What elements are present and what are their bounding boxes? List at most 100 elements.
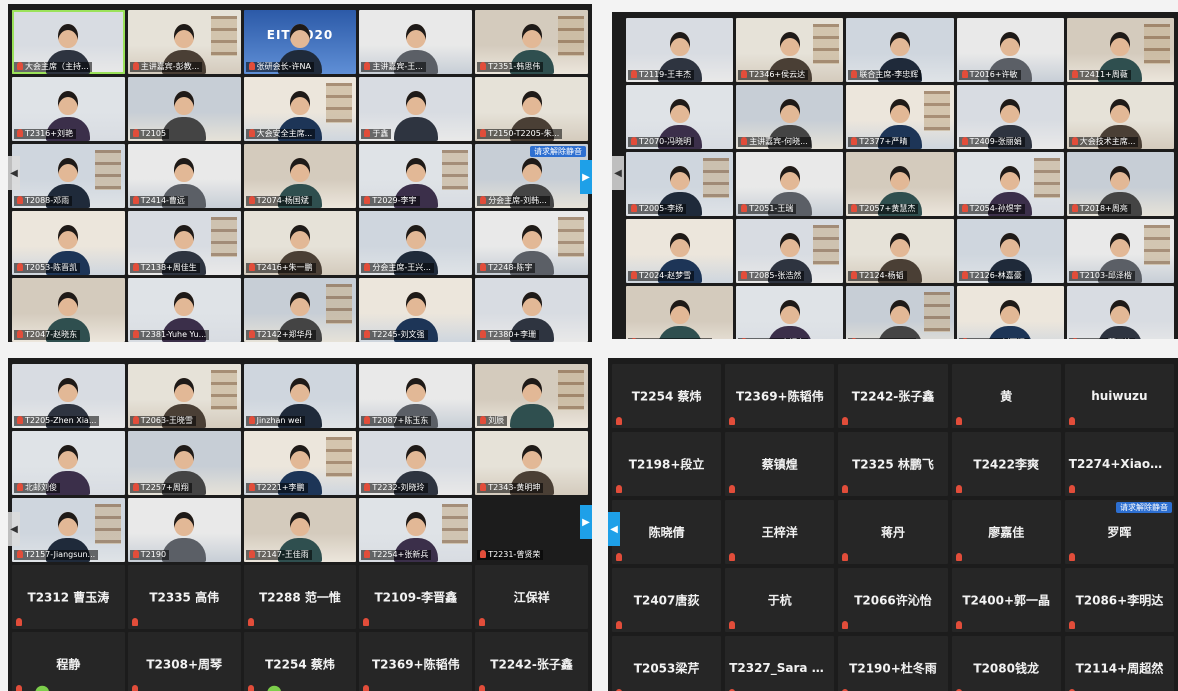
participant-name-tile[interactable]: 蒋丹 [838, 500, 948, 564]
participant-video-tile[interactable]: T2157-Jiangsun... [12, 498, 125, 562]
participant-name-tile[interactable]: T2086+李明达 [1064, 568, 1174, 632]
participant-video-tile[interactable]: 刘辰 [475, 364, 588, 428]
participant-video-tile[interactable]: T2221+李鹏 [243, 431, 357, 495]
participant-name-tile[interactable]: T2198+段立 [612, 432, 722, 496]
participant-name-tile[interactable]: T2066许沁怡 [838, 568, 948, 632]
participant-name-tile[interactable]: T2242-张子鑫 [475, 632, 588, 691]
participant-video-tile[interactable]: 主讲嘉宾-何晓... [736, 85, 844, 149]
participant-video-tile[interactable]: 北邮刘俊 [12, 431, 125, 495]
participant-video-tile[interactable]: T2411+周薇 [1066, 18, 1174, 82]
participant-video-tile[interactable]: T2063-王晓雪 [127, 364, 241, 428]
participant-video-tile[interactable]: T2005-李扬 [626, 152, 734, 216]
participant-name-tile[interactable]: 罗晖 请求解除静音 [1064, 500, 1174, 564]
participant-video-tile[interactable]: T2032-蔡正峰 [1066, 286, 1174, 339]
participant-video-tile[interactable]: T2053-陈晋凯 [12, 211, 125, 275]
participant-video-tile[interactable]: T2245-刘文强 [359, 278, 473, 342]
participant-name-tile[interactable]: T2254 蔡炜 [612, 364, 722, 428]
participant-video-tile[interactable]: 大会安全主席... [243, 77, 357, 141]
participant-video-tile[interactable]: T2254+张新兵 [359, 498, 473, 562]
participant-name-tile[interactable]: T2369+陈韬伟 [725, 364, 835, 428]
participant-name-tile[interactable]: T2308+周琴 [127, 632, 241, 691]
participant-video-tile[interactable]: T2051-王瑞 [736, 152, 844, 216]
participant-video-tile[interactable]: T2377+严晴 [846, 85, 954, 149]
participant-video-tile[interactable]: T2232-刘晓玲 [359, 431, 473, 495]
participant-name-tile[interactable]: T2080钱龙 [951, 636, 1061, 691]
participant-video-tile[interactable]: T2150-T2205-朱... [475, 77, 588, 141]
participant-video-tile[interactable]: T2047-赵晓东 [12, 278, 125, 342]
participant-video-tile[interactable]: T2316+刘艳 [12, 77, 125, 141]
chevron-left-icon[interactable]: ◀ [612, 156, 624, 190]
participant-name-tile[interactable]: T2114+周超然 [1064, 636, 1174, 691]
participant-name-tile[interactable]: T2327_Sara Che... [725, 636, 835, 691]
participant-name-tile[interactable]: T2109-李晋鑫 [359, 565, 473, 629]
participant-video-tile[interactable]: 主讲嘉宾-王... [359, 10, 473, 74]
participant-video-tile[interactable]: T2103-邱泽楷 [1066, 219, 1174, 283]
participant-video-tile[interactable]: T2250-Di xue [846, 286, 954, 339]
participant-video-tile[interactable]: T2257+周翔 [127, 431, 241, 495]
participant-video-tile[interactable]: T2248-陈宇 [475, 211, 588, 275]
participant-name-tile[interactable]: T2288 范一惟 [243, 565, 357, 629]
participant-video-tile[interactable]: T2343-黄明坤 [475, 431, 588, 495]
participant-video-tile[interactable]: T2085-张浩然 [736, 219, 844, 283]
participant-video-tile[interactable]: T2381-Yuhe Yu... [127, 278, 241, 342]
participant-name-tile[interactable]: 于杭 [725, 568, 835, 632]
participant-video-tile[interactable]: T2142+郑华丹 [243, 278, 357, 342]
participant-video-tile[interactable]: T2119-王丰杰 [626, 18, 734, 82]
participant-name-tile[interactable]: T2274+Xiaomin... [1064, 432, 1174, 496]
participant-name-tile[interactable]: T2242-张子鑫 [838, 364, 948, 428]
participant-name-tile[interactable]: 廖嘉佳 [951, 500, 1061, 564]
participant-video-tile[interactable]: 分会主席-王兴... [359, 211, 473, 275]
chevron-left-icon[interactable]: ◀ [8, 156, 20, 190]
participant-video-tile[interactable]: T2130+李振东 [736, 286, 844, 339]
participant-video-tile[interactable]: 大会主席（主持... [12, 10, 125, 74]
chevron-left-icon[interactable]: ◀ [8, 512, 20, 546]
participant-video-tile[interactable]: T2126-林嘉豪 [956, 219, 1064, 283]
participant-video-tile[interactable]: T2088-邓雨 [12, 144, 125, 208]
participant-video-tile[interactable]: T2205-Zhen Xia... [12, 364, 125, 428]
participant-video-tile[interactable]: T2057+黄慧杰 [846, 152, 954, 216]
participant-video-tile[interactable]: 于鑫 [359, 77, 473, 141]
participant-video-tile[interactable]: T2409-张丽娟 [956, 85, 1064, 149]
participant-name-tile[interactable]: T2312 曹玉涛 [12, 565, 125, 629]
participant-video-tile[interactable]: T2147-王佳雨 [243, 498, 357, 562]
participant-video-tile[interactable]: T2346+侯云达 [736, 18, 844, 82]
chevron-left-icon[interactable]: ◀ [608, 512, 620, 546]
participant-video-tile[interactable]: T2105 [127, 77, 241, 141]
participant-video-tile[interactable]: T2351-韩思伟 [475, 10, 588, 74]
participant-name-tile[interactable]: T2422李爽 [951, 432, 1061, 496]
participant-name-tile[interactable]: 蔡镇煌 [725, 432, 835, 496]
participant-video-tile[interactable]: T2231-曾贤荣 [475, 498, 588, 562]
participant-video-tile[interactable]: T2124-杨韬 [846, 219, 954, 283]
participant-name-tile[interactable]: 江保祥 [475, 565, 588, 629]
participant-video-tile[interactable]: T2416+朱一鹏 [243, 211, 357, 275]
participant-name-tile[interactable]: T2400+郭一晶 [951, 568, 1061, 632]
participant-video-tile[interactable]: T2074-杨国斌 [243, 144, 357, 208]
participant-name-tile[interactable]: T2254 蔡炜 [243, 632, 357, 691]
participant-video-tile[interactable]: T2054-孙煜宇 [956, 152, 1064, 216]
participant-video-tile[interactable]: 分会主席-刘韩... 请求解除静音 [475, 144, 588, 208]
participant-video-tile[interactable]: T2192+Chen Ju... [626, 286, 734, 339]
participant-video-tile[interactable]: T2024-赵梦雪 [626, 219, 734, 283]
participant-video-tile[interactable]: T2016+许敏 [956, 18, 1064, 82]
participant-name-tile[interactable]: T2407唐荻 [612, 568, 722, 632]
participant-video-tile[interactable]: T2087+陈玉东 [359, 364, 473, 428]
participant-video-tile[interactable]: T2380+李珊 [475, 278, 588, 342]
participant-name-tile[interactable]: T2190+杜冬雨 [838, 636, 948, 691]
participant-video-tile[interactable]: 大会技术主席... [1066, 85, 1174, 149]
participant-video-tile[interactable]: T2018+周亮 [1066, 152, 1174, 216]
participant-video-tile[interactable]: 主讲嘉宾-彭教... [127, 10, 241, 74]
participant-video-tile[interactable]: T2029-李宇 [359, 144, 473, 208]
participant-name-tile[interactable]: T2053梁芹 [612, 636, 722, 691]
participant-name-tile[interactable]: T2369+陈韬伟 [359, 632, 473, 691]
chevron-right-icon[interactable]: ▶ [580, 505, 592, 539]
participant-video-tile[interactable]: T2190 [127, 498, 241, 562]
participant-name-tile[interactable]: 陈晓倩 [612, 500, 722, 564]
participant-name-tile[interactable]: 王梓洋 [725, 500, 835, 564]
participant-video-tile[interactable]: T2215+刘雨涵 [956, 286, 1064, 339]
participant-video-tile[interactable]: T2070-冯晓明 [626, 85, 734, 149]
participant-name-tile[interactable]: 黄 [951, 364, 1061, 428]
participant-name-tile[interactable]: T2335 高伟 [127, 565, 241, 629]
participant-video-tile[interactable]: 联合主席-李忠辉 [846, 18, 954, 82]
participant-video-tile[interactable]: T2414-曹远 [127, 144, 241, 208]
participant-name-tile[interactable]: T2325 林鹏飞 [838, 432, 948, 496]
